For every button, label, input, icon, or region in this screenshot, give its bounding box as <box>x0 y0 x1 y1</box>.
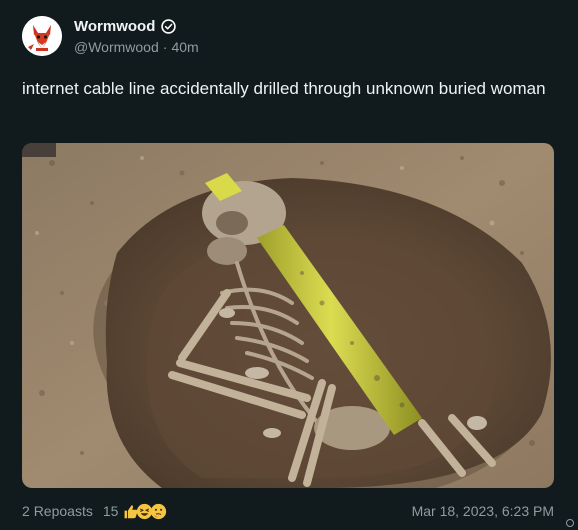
relative-time[interactable]: 40m <box>171 39 198 55</box>
author-avatar[interactable] <box>22 16 62 56</box>
repost-count[interactable]: 2 Repoasts <box>22 503 93 519</box>
reaction-icons[interactable] <box>122 503 167 520</box>
info-icon[interactable] <box>566 519 574 527</box>
post-footer: 2 Repoasts 15 Mar 18, 2023, 6:23 PM <box>22 500 554 522</box>
repost-label: Repoasts <box>33 503 93 519</box>
author-handle[interactable]: @Wormwood <box>74 39 159 55</box>
repost-number: 2 <box>22 503 30 519</box>
meta-separator: · <box>162 39 168 55</box>
post-photo[interactable] <box>22 143 554 488</box>
author-handle-row: @Wormwood · 40m <box>74 39 199 55</box>
post-text: internet cable line accidentally drilled… <box>22 79 546 98</box>
thinking-face-icon <box>150 503 167 520</box>
fox-avatar-icon <box>22 16 62 56</box>
author-name-row: Wormwood <box>74 16 177 36</box>
excavation-photo <box>22 143 554 488</box>
post-card: Wormwood @Wormwood · 40m internet cable … <box>0 0 578 530</box>
verified-badge-icon <box>161 18 177 34</box>
author-display-name[interactable]: Wormwood <box>74 18 155 35</box>
reaction-count[interactable]: 15 <box>103 503 119 519</box>
post-timestamp[interactable]: Mar 18, 2023, 6:23 PM <box>412 503 554 519</box>
